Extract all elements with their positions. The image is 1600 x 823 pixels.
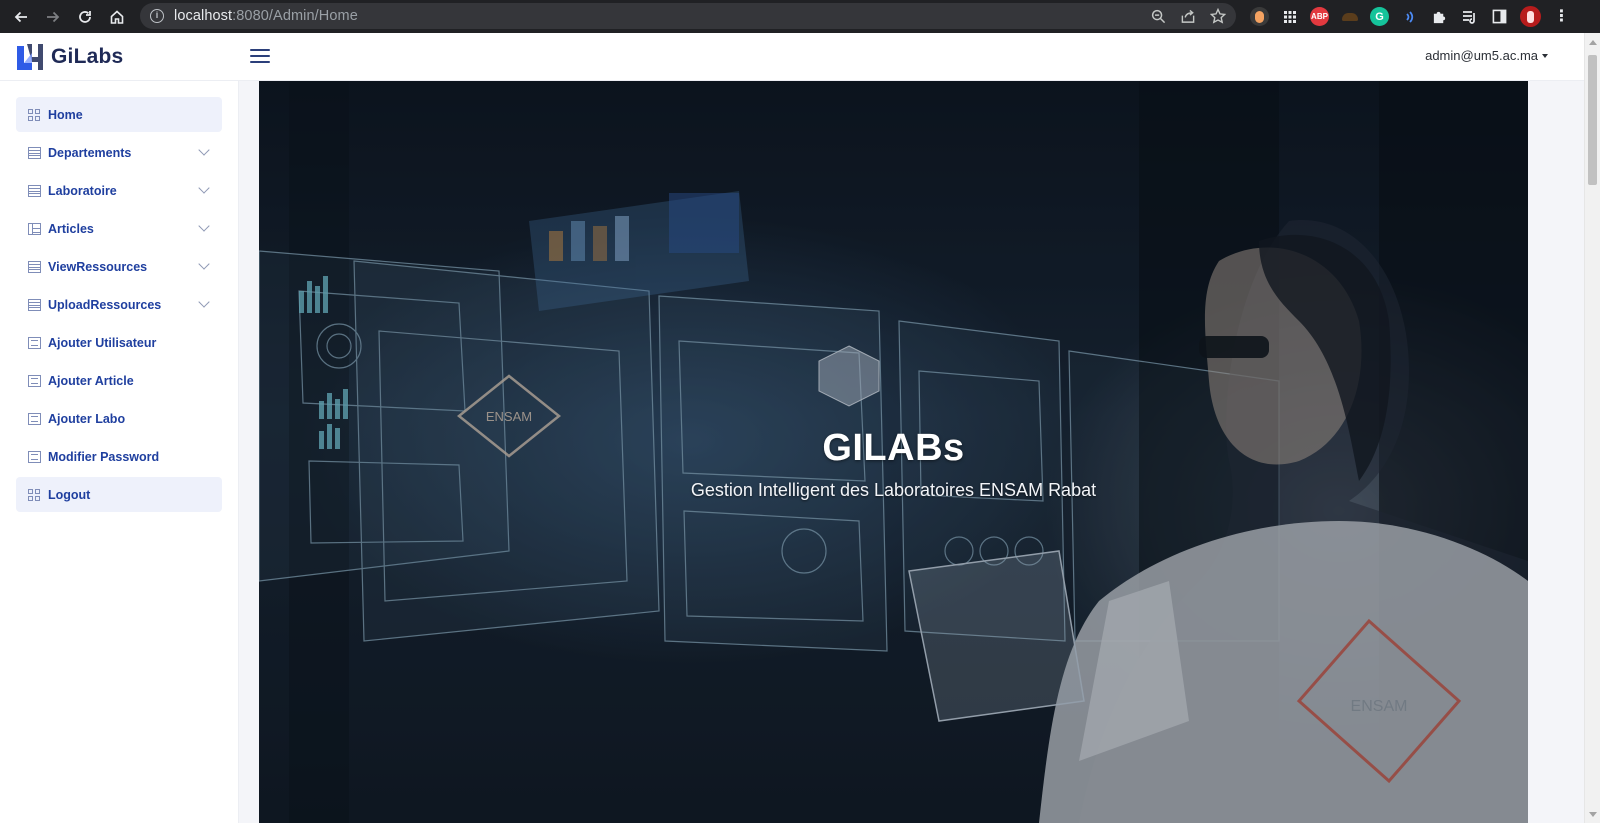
sidebar-item-label: Articles <box>48 221 94 236</box>
browser-nav-group <box>0 3 131 31</box>
reading-list-icon[interactable] <box>1460 7 1479 26</box>
reload-icon[interactable] <box>71 3 99 31</box>
brand-name: GiLabs <box>51 45 124 68</box>
sidebar-item-departements[interactable]: Departements <box>16 135 222 170</box>
sidebar-item-logout[interactable]: Logout <box>16 477 222 512</box>
page-scrollbar[interactable] <box>1584 33 1600 823</box>
sidebar-item-label: Ajouter Utilisateur <box>48 335 157 350</box>
profile-avatar-icon[interactable] <box>1520 6 1541 27</box>
grid-icon <box>28 488 41 501</box>
document-icon <box>28 222 41 235</box>
zoom-icon[interactable] <box>1151 9 1166 24</box>
sidebar-item-laboratoire[interactable]: Laboratoire <box>16 173 222 208</box>
grammarly-icon[interactable]: G <box>1370 7 1389 26</box>
sidebar-item-home[interactable]: Home <box>16 97 222 132</box>
extension-orange-icon[interactable] <box>1250 7 1269 26</box>
scroll-down-icon[interactable] <box>1589 812 1597 817</box>
sidebar-item-modifier-password[interactable]: Modifier Password <box>16 439 222 474</box>
hero-subtitle: Gestion Intelligent des Laboratoires ENS… <box>690 480 1097 500</box>
hero-title: GILABs <box>822 427 965 469</box>
list-icon <box>28 336 41 349</box>
side-panel-icon[interactable] <box>1490 7 1509 26</box>
sidebar-item-label: Modifier Password <box>48 449 160 464</box>
sidebar-item-ajouter-labo[interactable]: Ajouter Labo <box>16 401 222 436</box>
browser-toolbar: i localhost:8080/Admin/Home ABP G ⋮ <box>0 0 1600 33</box>
adblock-plus-icon[interactable]: ABP <box>1310 7 1329 26</box>
sidebar-item-ajouter-utilisateur[interactable]: Ajouter Utilisateur <box>16 325 222 360</box>
extensions-bar: ABP G ⋮ <box>1250 0 1571 33</box>
list-icon <box>28 412 41 425</box>
url-text: localhost:8080/Admin/Home <box>174 8 358 24</box>
brand[interactable]: GiLabs <box>15 42 123 72</box>
chevron-down-icon <box>198 296 210 308</box>
grid-icon <box>28 108 41 121</box>
list-icon <box>28 450 41 463</box>
table-icon <box>28 146 41 159</box>
hero-banner: ENSAM ENSAM GILABs Gestion Intelligent d… <box>259 81 1528 823</box>
sidebar-item-label: Home <box>48 107 83 122</box>
extension-dark-icon[interactable] <box>1340 7 1359 26</box>
scroll-thumb[interactable] <box>1588 55 1597 185</box>
home-icon[interactable] <box>103 3 131 31</box>
sidebar-item-label: Logout <box>48 487 91 502</box>
table-icon <box>28 260 41 273</box>
sidebar-item-ajouter-article[interactable]: Ajouter Article <box>16 363 222 398</box>
table-icon <box>28 298 41 311</box>
star-icon[interactable] <box>1210 8 1226 24</box>
caret-down-icon <box>1542 54 1548 58</box>
sidebar-item-label: ViewRessources <box>48 259 148 274</box>
sidebar-item-articles[interactable]: Articles <box>16 211 222 246</box>
puzzle-icon[interactable] <box>1430 7 1449 26</box>
sidebar-item-uploadressources[interactable]: UploadRessources <box>16 287 222 322</box>
app-header: GiLabs admin@um5.ac.ma <box>0 33 1584 81</box>
chevron-down-icon <box>198 220 210 232</box>
gilabs-logo-icon <box>15 42 45 72</box>
hamburger-menu-icon[interactable] <box>250 47 270 65</box>
hero-text: GILABs Gestion Intelligent des Laboratoi… <box>259 427 1528 501</box>
user-menu[interactable]: admin@um5.ac.ma <box>1425 48 1548 63</box>
chevron-down-icon <box>198 182 210 194</box>
sidebar-item-label: Departements <box>48 145 132 160</box>
sidebar-item-label: Ajouter Article <box>48 373 134 388</box>
site-info-icon[interactable]: i <box>150 9 164 23</box>
table-icon <box>28 184 41 197</box>
back-icon[interactable] <box>7 3 35 31</box>
address-bar[interactable]: i localhost:8080/Admin/Home <box>140 3 1236 29</box>
forward-icon[interactable] <box>39 3 67 31</box>
scroll-up-icon[interactable] <box>1589 40 1597 45</box>
sidebar-item-label: UploadRessources <box>48 297 162 312</box>
address-bar-actions <box>1151 3 1226 29</box>
user-email: admin@um5.ac.ma <box>1425 48 1538 63</box>
list-icon <box>28 374 41 387</box>
share-icon[interactable] <box>1180 9 1196 24</box>
sidebar-item-label: Ajouter Labo <box>48 411 126 426</box>
more-menu-icon[interactable]: ⋮ <box>1552 7 1571 26</box>
sidebar-item-label: Laboratoire <box>48 183 117 198</box>
extension-wave-icon[interactable] <box>1400 7 1419 26</box>
sidebar: Home Departements Laboratoire Articles V… <box>0 81 239 823</box>
chevron-down-icon <box>198 144 210 156</box>
sidebar-item-viewressources[interactable]: ViewRessources <box>16 249 222 284</box>
extension-grid-icon[interactable] <box>1280 7 1299 26</box>
chevron-down-icon <box>198 258 210 270</box>
